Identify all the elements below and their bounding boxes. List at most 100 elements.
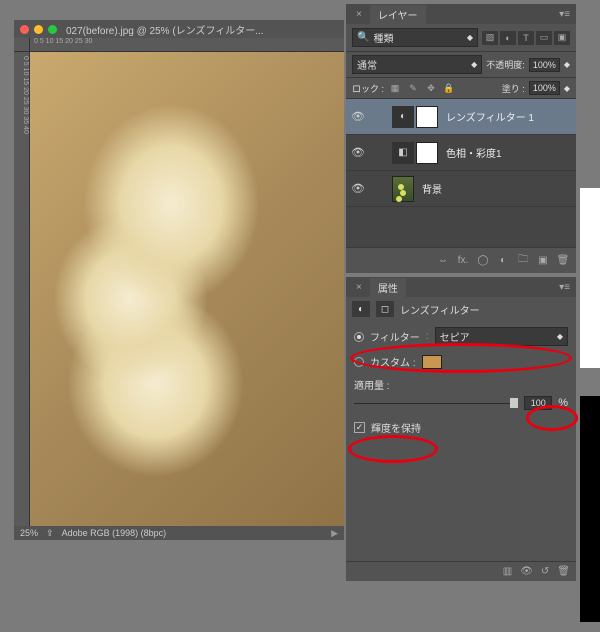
window-minimize-button[interactable] — [34, 25, 43, 34]
window-close-button[interactable] — [20, 25, 29, 34]
fill-label: 塗り : — [502, 82, 525, 95]
properties-tab[interactable]: 属性 — [370, 278, 406, 297]
layer-name[interactable]: 色相・彩度1 — [446, 145, 502, 160]
link-layers-icon[interactable]: ⇔ — [436, 255, 450, 266]
share-icon[interactable]: ⇪ — [46, 528, 54, 539]
new-adjustment-icon[interactable]: ◐ — [496, 255, 510, 266]
filter-smart-icon[interactable]: ▣ — [554, 31, 570, 45]
layer-name[interactable]: レンズフィルター 1 — [446, 109, 534, 124]
layer-item-hue-sat[interactable]: 👁 ◧ 色相・彩度1 — [346, 135, 576, 171]
layers-panel: × レイヤー ▾≡ 🔍 種類 ◆ ▧ ◐ T ▭ ▣ 通常 ◆ 不透明度: — [346, 4, 576, 273]
filter-row: フィルター : セピア ◆ — [354, 327, 568, 346]
panel-collapse-icon[interactable]: × — [352, 280, 366, 295]
layer-thumbnails: ◧ — [392, 142, 438, 164]
panel-stack: × レイヤー ▾≡ 🔍 種類 ◆ ▧ ◐ T ▭ ▣ 通常 ◆ 不透明度: — [346, 4, 576, 585]
layers-tab[interactable]: レイヤー — [370, 5, 426, 24]
dropdown-arrow-icon: ◆ — [557, 332, 563, 341]
opacity-input[interactable]: 100% — [529, 58, 560, 72]
view-previous-icon[interactable]: 👁 — [520, 566, 533, 577]
search-icon: 🔍 — [357, 32, 369, 43]
statusbar-flyout-icon[interactable]: ▶ — [331, 528, 338, 539]
adjustment-thumb[interactable]: ◧ — [392, 142, 414, 164]
custom-radio[interactable] — [354, 357, 364, 367]
layers-blend-row: 通常 ◆ 不透明度: 100% ◆ — [346, 52, 576, 78]
layers-panel-menu-icon[interactable]: ▾≡ — [559, 9, 570, 20]
filter-pixel-icon[interactable]: ▧ — [482, 31, 498, 45]
dropdown-arrow-icon: ◆ — [471, 60, 477, 69]
document-statusbar: 25% ⇪ Adobe RGB (1998) (8bpc) ▶ — [14, 526, 344, 540]
layer-name[interactable]: 背景 — [422, 181, 442, 196]
custom-color-swatch[interactable] — [422, 355, 442, 369]
layer-thumbnails — [392, 176, 414, 202]
delete-adjustment-icon[interactable]: 🗑 — [557, 566, 570, 577]
filter-type-icon[interactable]: T — [518, 31, 534, 45]
adjustment-type-icon: ◐ — [352, 301, 370, 317]
fill-stepper-icon[interactable]: ◆ — [564, 84, 570, 93]
opacity-label: 不透明度: — [486, 58, 525, 71]
layer-item-lens-filter[interactable]: 👁 ◐ レンズフィルター 1 — [346, 99, 576, 135]
blend-mode-dropdown[interactable]: 通常 ◆ — [352, 55, 482, 74]
lock-brush-icon[interactable]: ✎ — [406, 81, 420, 95]
visibility-toggle[interactable]: 👁 — [346, 146, 370, 159]
lock-label: ロック : — [352, 82, 384, 95]
visibility-toggle[interactable]: 👁 — [346, 182, 370, 195]
visibility-toggle[interactable]: 👁 — [346, 110, 370, 123]
mask-mode-icon[interactable]: ◻ — [376, 301, 394, 317]
lock-all-icon[interactable]: 🔒 — [442, 81, 456, 95]
clip-to-layer-icon[interactable]: ▥ — [503, 566, 512, 577]
mask-thumb[interactable] — [416, 106, 438, 128]
canvas[interactable] — [30, 52, 344, 526]
layer-fx-icon[interactable]: fx. — [456, 255, 470, 266]
layer-filter-icons: ▧ ◐ T ▭ ▣ — [482, 31, 570, 45]
layer-thumbnails: ◐ — [392, 106, 438, 128]
color-profile[interactable]: Adobe RGB (1998) (8bpc) — [62, 528, 167, 538]
preserve-luminosity-row: ✓ 輝度を保持 — [354, 420, 568, 435]
filter-preset-dropdown[interactable]: セピア ◆ — [435, 327, 568, 346]
fill-input[interactable]: 100% — [529, 81, 560, 95]
preserve-luminosity-checkbox[interactable]: ✓ — [354, 422, 365, 433]
adjustment-thumb[interactable]: ◐ — [392, 106, 414, 128]
dropdown-arrow-icon: ◆ — [467, 33, 473, 42]
separator: : — [426, 331, 429, 342]
layers-footer: ⇔ fx. ◯ ◐ 🗀 ▣ 🗑 — [346, 247, 576, 273]
opacity-stepper-icon[interactable]: ◆ — [564, 60, 570, 69]
document-title: 027(before).jpg @ 25% (レンズフィルター... — [66, 22, 264, 37]
layer-filter-kind-dropdown[interactable]: 🔍 種類 ◆ — [352, 28, 478, 47]
page-background-white — [580, 188, 600, 368]
window-zoom-button[interactable] — [48, 25, 57, 34]
properties-panel: × 属性 ▾≡ ◐ ◻ レンズフィルター フィルター : セピア ◆ カスタム … — [346, 277, 576, 581]
ruler-vertical[interactable]: 0 5 10 15 20 25 30 35 40 — [14, 52, 30, 526]
filter-preset-value: セピア — [440, 329, 470, 344]
filter-adjustment-icon[interactable]: ◐ — [500, 31, 516, 45]
new-group-icon[interactable]: 🗀 — [516, 252, 530, 269]
custom-row: カスタム : — [354, 354, 568, 369]
lock-pixels-icon[interactable]: ▦ — [388, 81, 402, 95]
properties-footer: ▥ 👁 ↺ 🗑 — [346, 561, 576, 581]
density-slider[interactable] — [354, 400, 518, 406]
zoom-level[interactable]: 25% — [20, 528, 38, 538]
ruler-origin[interactable] — [14, 38, 30, 52]
filter-radio[interactable] — [354, 332, 364, 342]
reset-icon[interactable]: ↺ — [541, 566, 549, 577]
window-titlebar: 027(before).jpg @ 25% (レンズフィルター... — [14, 20, 344, 38]
image-thumb[interactable] — [392, 176, 414, 202]
filter-shape-icon[interactable]: ▭ — [536, 31, 552, 45]
properties-body: フィルター : セピア ◆ カスタム : 適用量 : 100 % — [346, 321, 576, 561]
custom-label: カスタム : — [370, 354, 416, 369]
panel-collapse-icon[interactable]: × — [352, 7, 366, 22]
new-layer-icon[interactable]: ▣ — [536, 255, 550, 266]
layer-mask-icon[interactable]: ◯ — [476, 255, 490, 266]
slider-thumb[interactable] — [510, 398, 518, 408]
document-window: 027(before).jpg @ 25% (レンズフィルター... 0 5 1… — [14, 20, 344, 540]
delete-layer-icon[interactable]: 🗑 — [556, 255, 570, 266]
lock-position-icon[interactable]: ✥ — [424, 81, 438, 95]
page-background-black — [580, 396, 600, 622]
density-input[interactable]: 100 — [524, 396, 552, 410]
properties-adjustment-header: ◐ ◻ レンズフィルター — [346, 297, 576, 321]
ruler-horizontal[interactable]: 0 5 10 15 20 25 30 — [30, 38, 344, 52]
properties-panel-menu-icon[interactable]: ▾≡ — [559, 282, 570, 293]
mask-thumb[interactable] — [416, 142, 438, 164]
layer-list: 👁 ◐ レンズフィルター 1 👁 ◧ 色相・彩度1 👁 — [346, 99, 576, 247]
layer-item-background[interactable]: 👁 背景 — [346, 171, 576, 207]
layers-panel-header: × レイヤー ▾≡ — [346, 4, 576, 24]
